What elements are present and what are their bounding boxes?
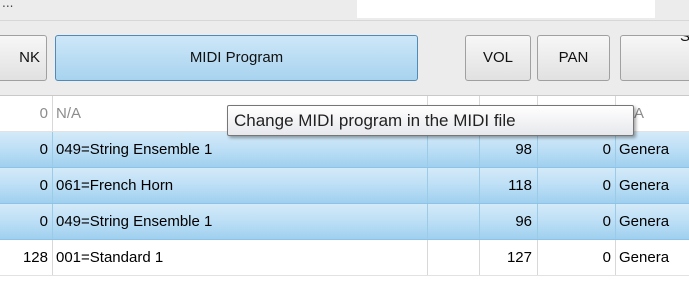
table-row[interactable]: 0 049=String Ensemble 1 98 0 Genera	[0, 132, 689, 168]
s-cell: Genera	[619, 141, 670, 158]
vol-cell[interactable]: 118	[480, 168, 537, 203]
vol-column-header[interactable]: VOL	[465, 35, 531, 81]
bank-cell: 128	[22, 249, 48, 266]
top-separator	[0, 20, 689, 21]
column-divider	[52, 96, 53, 131]
program-cell[interactable]: 049=String Ensemble 1	[56, 132, 426, 167]
column-divider	[52, 168, 53, 203]
overflow-glyph: ...	[2, 0, 14, 10]
program-cell[interactable]: 061=French Horn	[56, 168, 426, 203]
pan-cell[interactable]: 0	[537, 204, 615, 239]
column-divider	[615, 168, 616, 203]
table-row[interactable]: 128 001=Standard 1 127 0 Genera	[0, 240, 689, 276]
column-divider	[427, 168, 428, 203]
column-divider	[615, 204, 616, 239]
column-divider	[427, 240, 428, 275]
vol-cell[interactable]: 98	[480, 132, 537, 167]
s-cell: Genera	[619, 213, 670, 230]
midi-program-column-header[interactable]: MIDI Program	[55, 35, 418, 81]
pan-cell[interactable]: 0	[537, 168, 615, 203]
pan-column-header[interactable]: PAN	[537, 35, 610, 81]
column-header-bar: NK MIDI Program VOL PAN S	[0, 22, 689, 96]
bank-cell: 0	[39, 105, 48, 122]
table-row[interactable]: 0 061=French Horn 118 0 Genera	[0, 168, 689, 204]
vol-header-label: VOL	[482, 49, 513, 66]
column-divider	[427, 204, 428, 239]
bank-cell: 0	[39, 213, 48, 230]
column-divider	[615, 240, 616, 275]
column-divider	[615, 132, 616, 167]
pan-cell[interactable]: 0	[537, 240, 615, 275]
bank-column-header[interactable]: NK	[0, 35, 47, 81]
column-divider	[52, 240, 53, 275]
pan-cell[interactable]: 0	[537, 132, 615, 167]
midi-program-tooltip: Change MIDI program in the MIDI file	[227, 105, 634, 136]
tooltip-text: Change MIDI program in the MIDI file	[234, 111, 516, 130]
column-divider	[52, 204, 53, 239]
program-cell[interactable]: 001=Standard 1	[56, 240, 426, 275]
s-column-header[interactable]: S	[620, 35, 689, 81]
column-divider	[52, 132, 53, 167]
vol-cell[interactable]: 127	[480, 240, 537, 275]
pan-header-label: PAN	[558, 49, 589, 66]
top-input-area[interactable]	[357, 0, 655, 18]
bank-header-label: NK	[19, 49, 40, 66]
top-strip: ...	[0, 0, 689, 22]
table-row[interactable]: 0 049=String Ensemble 1 96 0 Genera	[0, 204, 689, 240]
bank-cell: 0	[39, 141, 48, 158]
s-cell: Genera	[619, 249, 670, 266]
s-header-label: S	[680, 36, 689, 45]
midi-program-header-label: MIDI Program	[189, 49, 284, 66]
vol-cell[interactable]: 96	[480, 204, 537, 239]
bank-cell: 0	[39, 177, 48, 194]
program-cell[interactable]: 049=String Ensemble 1	[56, 204, 426, 239]
s-cell: Genera	[619, 177, 670, 194]
column-divider	[427, 132, 428, 167]
